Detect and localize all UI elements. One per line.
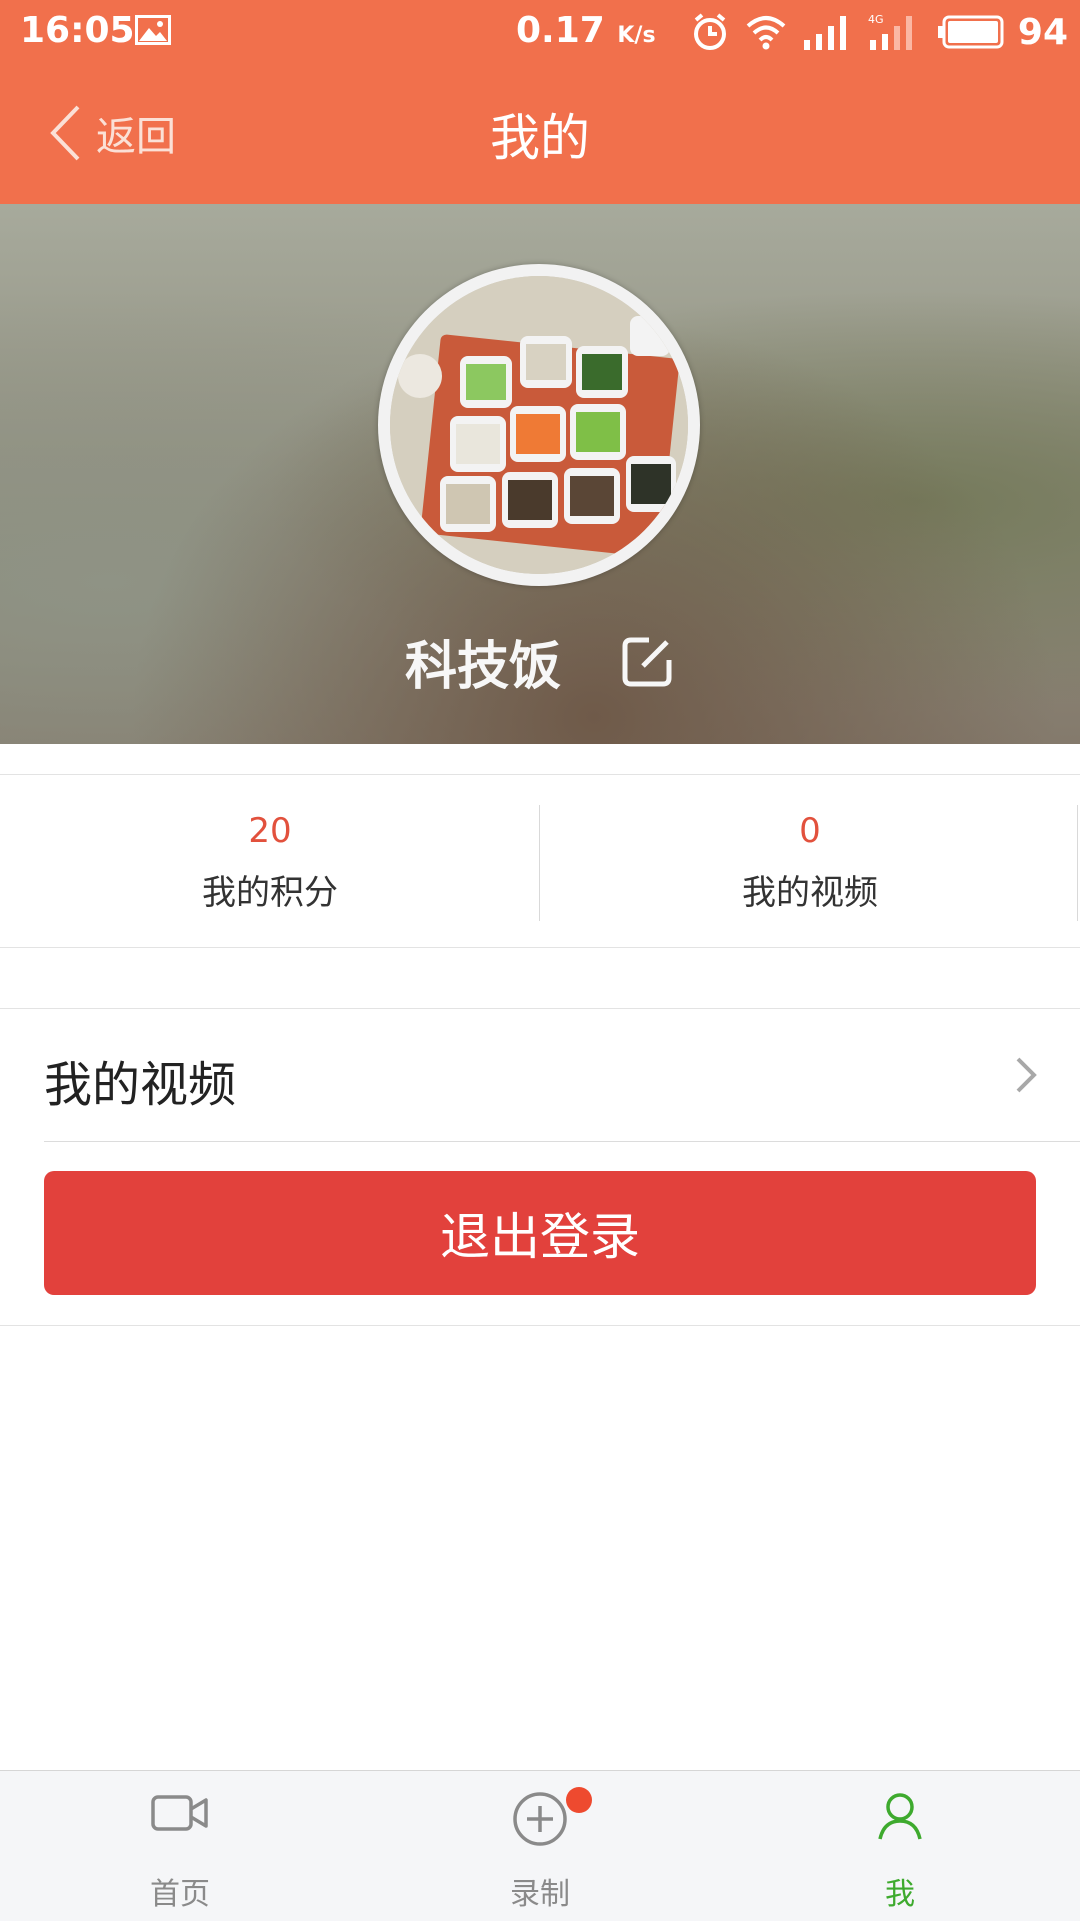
profile-banner: 科技饭 (0, 204, 1080, 744)
status-bar: 16:05 0.17 K/s 4G 94 (0, 0, 1080, 64)
stat-videos-label: 我的视频 (742, 873, 878, 913)
person-icon (878, 1793, 922, 1840)
stat-videos[interactable]: 0 我的视频 (540, 775, 1080, 947)
svg-text:4G: 4G (868, 13, 884, 26)
battery-level: 94 (1017, 11, 1068, 53)
tab-record[interactable]: 录制 (360, 1771, 720, 1921)
stats-divider-right (1077, 805, 1078, 921)
wifi-icon (746, 16, 786, 50)
stat-points-value: 20 (248, 811, 292, 851)
network-speed-unit: K/s (617, 23, 656, 48)
status-time: 16:05 (20, 10, 135, 51)
username: 科技饭 (404, 637, 561, 697)
network-speed: 0.17 K/s (516, 10, 656, 51)
title-bar: 返回 我的 (0, 64, 1080, 204)
page-title: 我的 (490, 109, 590, 167)
tab-home[interactable]: 首页 (0, 1771, 360, 1921)
stats-panel: 20 我的积分 0 我的视频 (0, 774, 1080, 948)
signal-icon (803, 16, 846, 50)
battery-icon (937, 15, 1004, 49)
notification-badge (566, 1787, 592, 1813)
signal-4g-icon: 4G (868, 13, 912, 50)
tab-home-label: 首页 (150, 1877, 210, 1912)
alarm-icon (693, 13, 726, 50)
logout-button[interactable]: 退出登录 (44, 1171, 1036, 1295)
avatar[interactable] (378, 264, 700, 586)
gallery-icon (135, 15, 171, 45)
tab-record-label: 录制 (510, 1877, 570, 1912)
edit-icon[interactable] (619, 634, 675, 690)
tab-me[interactable]: 我 (720, 1771, 1080, 1921)
stat-points-label: 我的积分 (202, 873, 338, 913)
stat-points[interactable]: 20 我的积分 (0, 775, 540, 947)
tab-me-label: 我 (885, 1877, 915, 1912)
menu-section: 我的视频 退出登录 (0, 1008, 1080, 1326)
stat-videos-value: 0 (799, 811, 821, 851)
avatar-image (390, 276, 688, 574)
video-camera-icon (151, 1795, 208, 1831)
menu-item-label: 我的视频 (44, 1057, 237, 1113)
username-row: 科技饭 (0, 624, 1080, 699)
chevron-right-icon (1016, 1057, 1037, 1093)
tab-bar: 首页 录制 我 (0, 1770, 1080, 1921)
plus-circle-icon (513, 1792, 567, 1846)
menu-item-my-videos[interactable]: 我的视频 (44, 1009, 1080, 1142)
